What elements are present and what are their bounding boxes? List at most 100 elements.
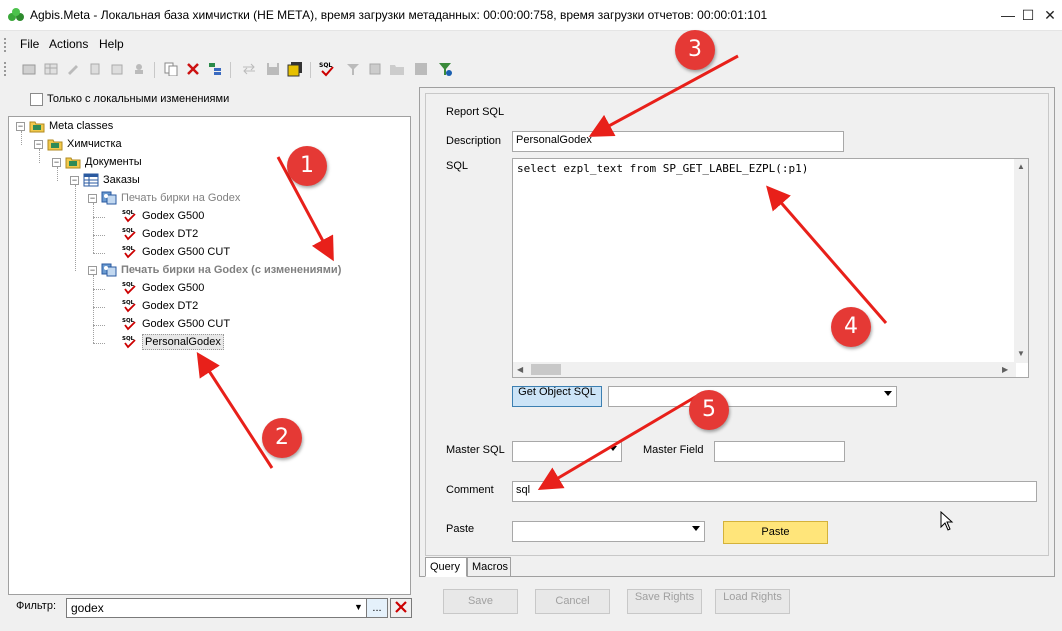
collapse-icon[interactable]: − [34,139,43,149]
paste-button[interactable]: Paste [723,521,828,544]
settings-icon[interactable] [366,60,384,78]
tree-node-label: Печать бирки на Godex (с изменениями) [121,264,342,276]
tree-node-label: Химчистка [67,138,122,150]
master-sql-label: Master SQL [446,444,505,456]
sql-icon: SQL [122,317,138,331]
tree-node-dokumenty[interactable]: − Документы [52,154,142,170]
filter-icon[interactable] [344,60,362,78]
object-select[interactable] [608,386,897,407]
tree-node-label: Печать бирки на Godex [121,192,241,204]
user-icon[interactable] [130,60,148,78]
tree-node-sql[interactable]: SQL Godex DT2 [122,298,198,314]
collapse-icon[interactable]: − [52,157,61,167]
swap-icon[interactable] [240,60,258,78]
paste-select[interactable] [512,521,705,542]
horizontal-scrollbar[interactable]: ◀ ▶ [513,362,1016,377]
save-rights-button[interactable]: Save Rights [627,589,702,614]
master-field-input[interactable] [714,441,845,462]
chevron-down-icon [609,446,617,451]
tree-node-label: Meta classes [49,120,114,132]
tree-node-label: PersonalGodex [142,334,224,350]
tree-node-sql[interactable]: SQL Godex DT2 [122,226,198,242]
tree-node-label: Godex G500 CUT [142,318,231,330]
tree-node-print-label-godex-changed[interactable]: − Печать бирки на Godex (с изменениями) [88,262,341,278]
save-button[interactable]: Save [443,589,518,614]
properties-icon[interactable] [86,60,104,78]
save-all-icon[interactable] [286,60,304,78]
maximize-button[interactable]: ☐ [1016,0,1040,31]
annotation-badge-3: 3 [675,30,715,70]
tree-node-zakazy[interactable]: − Заказы [70,172,140,188]
meta-tree[interactable]: − Meta classes − Химчистка − Документы −… [8,116,411,595]
tree-node-sql[interactable]: SQL Godex G500 [122,208,204,224]
cancel-button[interactable]: Cancel [535,589,610,614]
save-icon[interactable] [264,60,282,78]
menu-bar: File Actions Help [0,31,1062,57]
collapse-icon[interactable]: − [88,193,97,203]
delete-icon[interactable] [184,60,202,78]
window-title: Agbis.Meta - Локальная база химчистки (Н… [30,8,768,22]
sql-text: select ezpl_text from SP_GET_LABEL_EZPL(… [517,162,809,175]
load-rights-button[interactable]: Load Rights [715,589,790,614]
tree-node-meta-classes[interactable]: − Meta classes [16,118,113,134]
filter-label: Фильтр: [16,600,57,612]
scroll-thumb[interactable] [531,364,561,375]
toolbar-separator [230,62,231,78]
toolbar: SQL [0,57,1062,83]
description-field[interactable]: PersonalGodex [512,131,844,152]
tree-node-sql-selected[interactable]: SQL PersonalGodex [122,334,224,350]
menu-grip [4,38,7,52]
description-label: Description [446,135,502,147]
filter-input[interactable]: godex [66,598,380,618]
tab-macros[interactable]: Macros [467,557,511,577]
toolbar-grip [4,62,7,76]
close-icon [395,601,407,613]
tree-node-sql[interactable]: SQL Godex G500 CUT [122,244,230,260]
menu-actions[interactable]: Actions [49,37,88,51]
tree-node-label: Заказы [103,174,140,186]
sql-icon: SQL [122,227,138,241]
folder-icon [47,137,63,151]
menu-file[interactable]: File [20,37,39,51]
annotation-badge-4: 4 [831,307,871,347]
collapse-icon[interactable]: − [70,175,79,185]
tree-node-sql[interactable]: SQL Godex G500 CUT [122,316,230,332]
report-icon [101,263,117,277]
menu-help[interactable]: Help [99,37,124,51]
grid-icon[interactable] [42,60,60,78]
folder-icon[interactable] [388,60,406,78]
comment-label: Comment [446,484,494,496]
tree-node-khimchistka[interactable]: − Химчистка [34,136,122,152]
local-changes-label: Только с локальными изменениями [47,93,230,105]
comment-field[interactable]: sql [512,481,1037,502]
refresh-icon[interactable] [108,60,126,78]
disk-icon[interactable] [412,60,430,78]
filter-browse-button[interactable]: ... [366,598,388,618]
get-object-sql-button[interactable]: Get Object SQL [512,386,602,407]
local-changes-row[interactable]: Только с локальными изменениями [30,92,229,106]
tree-node-label: Godex DT2 [142,300,199,312]
sql-editor[interactable]: select ezpl_text from SP_GET_LABEL_EZPL(… [512,158,1029,378]
master-sql-select[interactable] [512,441,622,462]
chevron-down-icon[interactable]: ▼ [354,602,363,612]
tree-node-print-label-godex[interactable]: − Печать бирки на Godex [88,190,240,206]
local-changes-checkbox[interactable] [30,92,43,106]
collapse-icon[interactable]: − [16,121,25,131]
copy-icon[interactable] [162,60,180,78]
vertical-scrollbar[interactable]: ▲ ▼ [1014,159,1028,363]
build-icon[interactable] [436,60,454,78]
edit-icon[interactable] [64,60,82,78]
tree-icon[interactable] [206,60,224,78]
open-icon[interactable] [20,60,38,78]
filter-clear-button[interactable] [390,598,412,618]
toolbar-separator [154,62,155,78]
paste-label: Paste [446,523,475,535]
tree-node-sql[interactable]: SQL Godex G500 [122,280,204,296]
sql-check-icon[interactable]: SQL [318,60,336,78]
collapse-icon[interactable]: − [88,265,97,275]
app-logo-icon [8,8,24,21]
title-bar: Agbis.Meta - Локальная база химчистки (Н… [0,0,1062,31]
close-button[interactable]: ✕ [1038,0,1062,31]
tree-node-label: Godex DT2 [142,228,199,240]
tab-query[interactable]: Query [425,557,467,577]
